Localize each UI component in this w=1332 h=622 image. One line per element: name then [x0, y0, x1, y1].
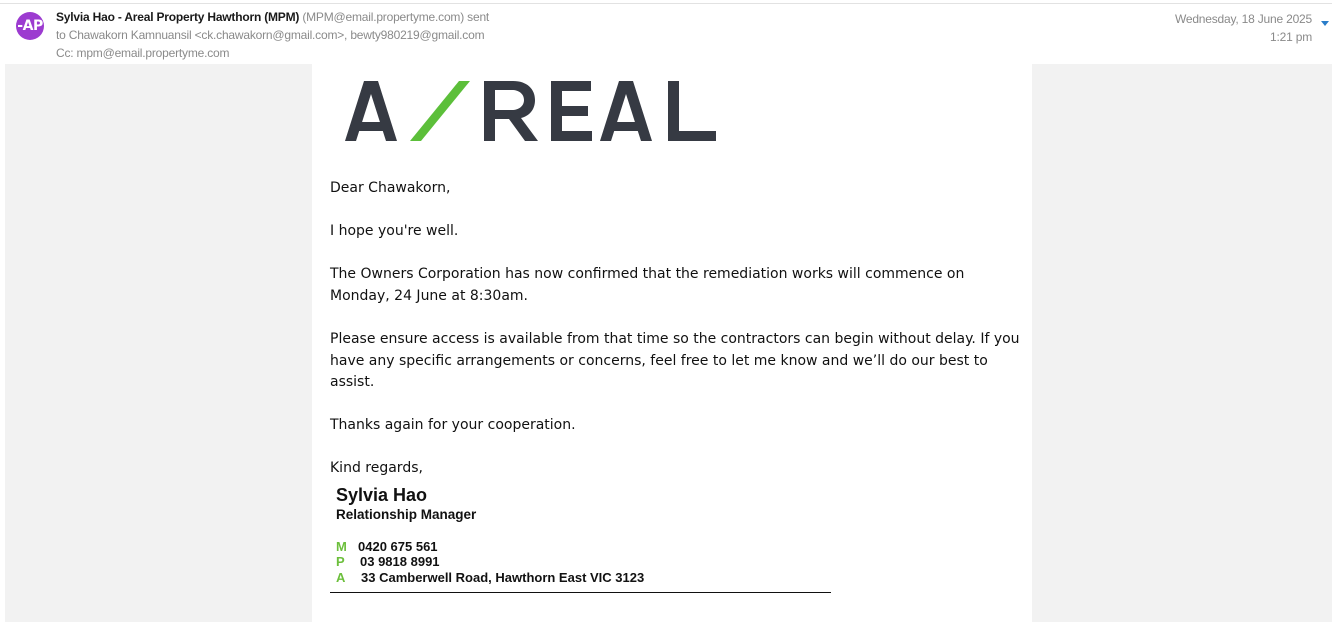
signature-mobile-link[interactable]: 0420 675 561: [358, 539, 438, 554]
sender-line: Sylvia Hao - Areal Property Hawthorn (MP…: [56, 10, 489, 24]
email-header: -AP Sylvia Hao - Areal Property Hawthorn…: [0, 4, 1332, 64]
sent-label: sent: [467, 10, 490, 24]
sent-date: Wednesday, 18 June 2025: [1174, 12, 1312, 26]
thanks-paragraph: Thanks again for your cooperation.: [330, 417, 576, 433]
sender-email[interactable]: (MPM@email.propertyme.com): [302, 10, 464, 24]
signature-address: 33 Camberwell Road, Hawthorn East VIC 31…: [361, 570, 645, 585]
logo-letter-l: [668, 81, 716, 141]
access-paragraph: Please ensure access is available from t…: [330, 331, 1020, 390]
recipients-cc[interactable]: Cc: mpm@email.propertyme.com: [56, 46, 229, 60]
signature-phone-link[interactable]: 03 9818 8991: [360, 554, 440, 569]
signature-title: Relationship Manager: [336, 507, 477, 522]
signature-name: Sylvia Hao: [336, 485, 428, 505]
signature-address-row: A 33 Camberwell Road, Hawthorn East VIC 3…: [336, 570, 644, 585]
mobile-key-label: M: [336, 539, 347, 554]
signoff-paragraph: Kind regards,: [330, 460, 423, 476]
confirmation-paragraph: The Owners Corporation has now confirmed…: [330, 266, 965, 304]
signature-mobile-row: M 0420 675 561: [336, 539, 438, 554]
address-key-label: A: [336, 570, 346, 585]
phone-key-label: P: [336, 554, 345, 569]
areal-logo: [345, 78, 717, 144]
logo-letter-a2: [600, 81, 652, 141]
sender-name[interactable]: Sylvia Hao - Areal Property Hawthorn (MP…: [56, 10, 299, 24]
sent-datetime: Wednesday, 18 June 2025 1:21 pm: [1175, 10, 1312, 46]
greeting-paragraph: Dear Chawakorn,: [330, 180, 451, 196]
logo-letter-a: [345, 81, 397, 141]
sender-avatar[interactable]: -AP: [16, 12, 44, 40]
sent-time: 1:21 pm: [1270, 30, 1312, 44]
signature-phone-row: P 03 9818 8991: [336, 554, 440, 569]
areal-logo-graphic: [345, 81, 716, 141]
logo-letter-e: [551, 81, 592, 141]
logo-slash: [410, 81, 470, 141]
logo-letter-r: [484, 81, 538, 141]
hope-paragraph: I hope you're well.: [330, 223, 459, 239]
chevron-down-icon[interactable]: [1321, 21, 1329, 26]
signature-divider: [330, 592, 831, 593]
recipients-to[interactable]: to Chawakorn Kamnuansil <ck.chawakorn@gm…: [56, 28, 485, 42]
